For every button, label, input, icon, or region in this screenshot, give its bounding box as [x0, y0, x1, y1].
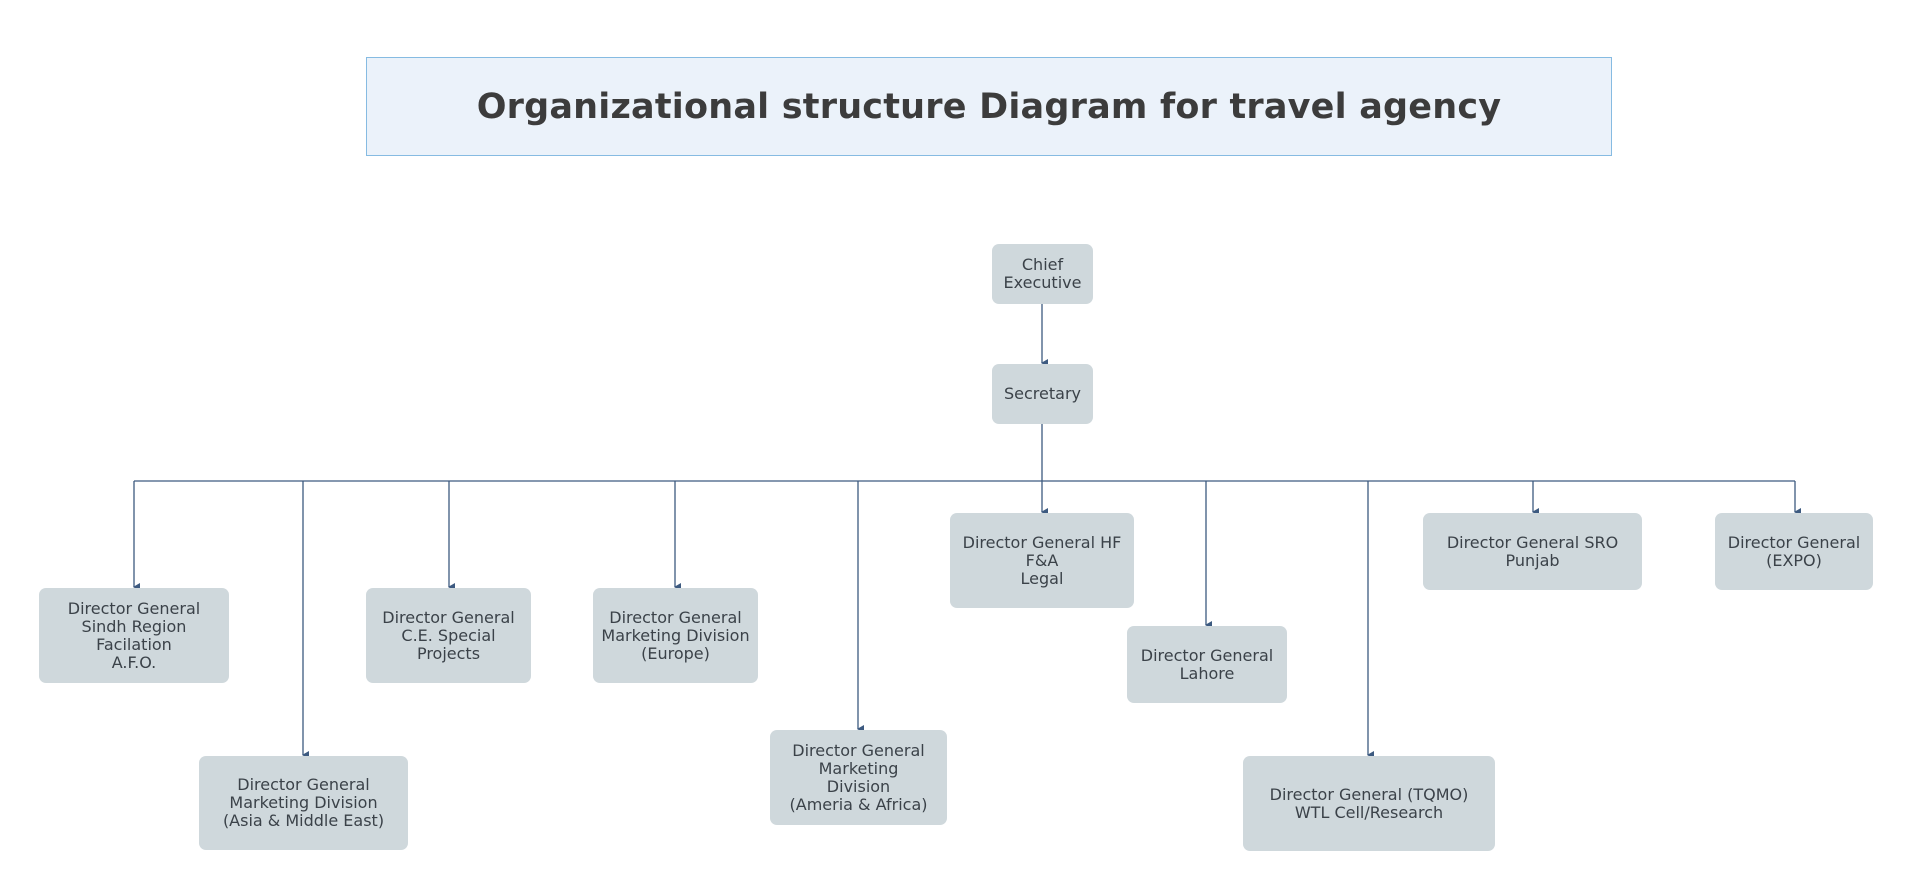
node-dg-marketing-asia[interactable]: Director General Marketing Division (Asi… [199, 756, 408, 850]
node-dg-hf[interactable]: Director General HF F&A Legal [950, 513, 1134, 608]
node-chief-executive[interactable]: Chief Executive [992, 244, 1093, 304]
node-dg-expo[interactable]: Director General (EXPO) [1715, 513, 1873, 590]
node-dg-ce-special-projects[interactable]: Director General C.E. Special Projects [366, 588, 531, 683]
node-dg-sro-punjab[interactable]: Director General SRO Punjab [1423, 513, 1642, 590]
node-dg-tqmo[interactable]: Director General (TQMO) WTL Cell/Researc… [1243, 756, 1495, 851]
node-dg-marketing-europe[interactable]: Director General Marketing Division (Eur… [593, 588, 758, 683]
node-secretary[interactable]: Secretary [992, 364, 1093, 424]
node-dg-marketing-america[interactable]: Director General Marketing Division (Ame… [770, 730, 947, 825]
node-dg-lahore[interactable]: Director General Lahore [1127, 626, 1287, 703]
node-dg-sindh-region[interactable]: Director General Sindh Region Facilation… [39, 588, 229, 683]
